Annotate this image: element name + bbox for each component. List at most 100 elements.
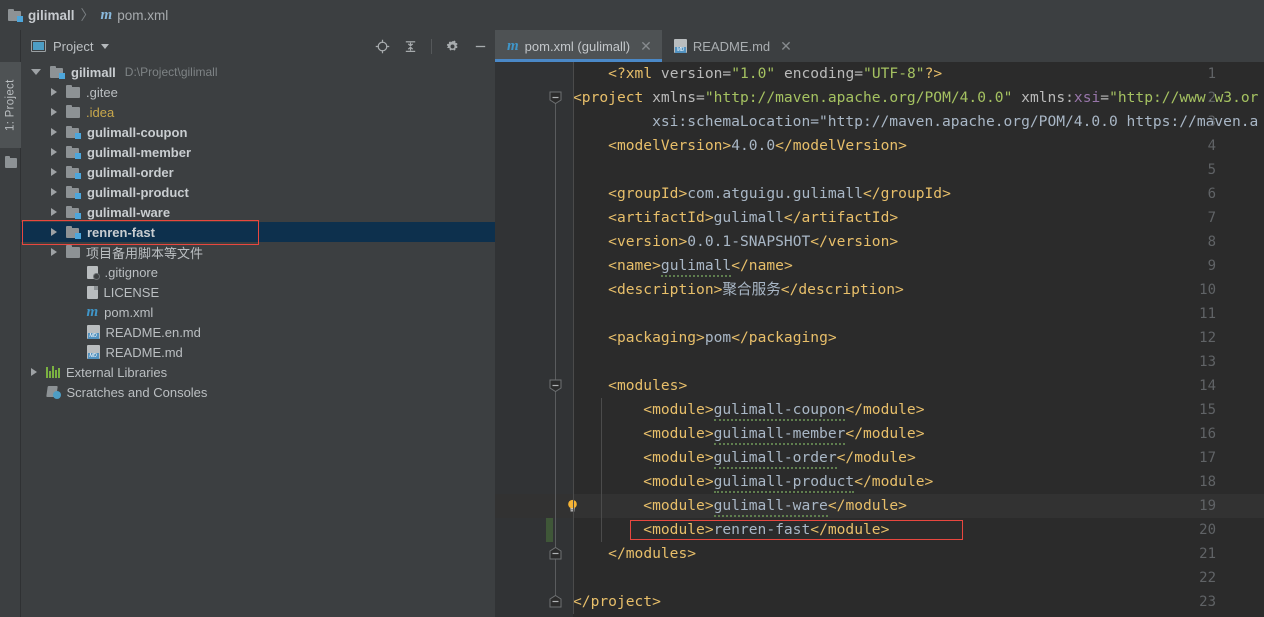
- indent-guide: [601, 398, 602, 542]
- code-line-4[interactable]: <modelVersion>4.0.0</modelVersion>: [495, 134, 1264, 158]
- code-editor[interactable]: <?xml version="1.0" encoding="UTF-8"?> <p…: [495, 62, 1264, 617]
- tree-item-pom-xml[interactable]: m pom.xml: [21, 302, 495, 322]
- sidebar-item-project-tool[interactable]: 1: Project: [0, 62, 21, 148]
- line-number: 3: [1207, 114, 1216, 130]
- editor-area: m pom.xml (gulimall) ✕ MD README.md ✕ <?xml v…: [495, 30, 1264, 617]
- chevron-right-icon[interactable]: [31, 368, 37, 376]
- code-line-7[interactable]: <artifactId>gulimall</artifactId>: [495, 206, 1264, 230]
- editor-tab-README-md[interactable]: MD README.md ✕: [662, 30, 802, 62]
- tree-item-gilimall[interactable]: gilimall D:\Project\gilimall: [21, 62, 495, 82]
- code-line-15[interactable]: <module>gulimall-coupon</module>: [495, 398, 1264, 422]
- tree-item-license[interactable]: LICENSE: [21, 282, 495, 302]
- code-line-21[interactable]: </modules>: [495, 542, 1264, 566]
- editor-tab-label: pom.xml (gulimall): [524, 38, 631, 54]
- folder-icon: [66, 244, 80, 258]
- fold-region-line: [555, 98, 556, 602]
- tree-item-label: .gitee: [86, 84, 118, 100]
- tree-item-gitee[interactable]: .gitee: [21, 82, 495, 102]
- vcs-modified-marker[interactable]: [546, 518, 553, 542]
- tree-item-gulimall-ware[interactable]: gulimall-ware: [21, 202, 495, 222]
- code-line-3[interactable]: xsi:schemaLocation="http://maven.apache.…: [495, 110, 1264, 134]
- tree-item-label: .idea: [86, 104, 115, 120]
- scratches-icon: [45, 385, 61, 399]
- code-line-12[interactable]: <packaging>pom</packaging>: [495, 326, 1264, 350]
- tree-item-scratches-and-consoles[interactable]: Scratches and Consoles: [21, 382, 495, 402]
- project-panel-title: Project: [53, 38, 94, 54]
- breadcrumb-separator-icon: 〉: [80, 7, 95, 23]
- markdown-icon: MD: [673, 39, 687, 53]
- code-line-13[interactable]: [495, 350, 1264, 374]
- indent-guide: [573, 62, 574, 614]
- gear-icon[interactable]: [445, 39, 460, 54]
- code-line-17[interactable]: <module>gulimall-order</module>: [495, 446, 1264, 470]
- tree-item-label: pom.xml: [104, 304, 154, 320]
- line-number: 19: [1199, 498, 1216, 514]
- locate-icon[interactable]: [375, 39, 390, 54]
- chevron-right-icon[interactable]: [51, 228, 57, 236]
- fold-end-icon[interactable]: [549, 594, 562, 608]
- project-tool-window: Project gilimall D:\Project\gilimall .gi…: [21, 30, 495, 617]
- markdown-icon: MD: [86, 325, 100, 339]
- chevron-right-icon[interactable]: [51, 168, 57, 176]
- minimize-icon[interactable]: [473, 39, 488, 54]
- tree-item-gitignore[interactable]: .gitignore: [21, 262, 495, 282]
- project-tree[interactable]: gilimall D:\Project\gilimall .gitee .idea gu…: [21, 62, 495, 617]
- chevron-down-icon[interactable]: [101, 43, 110, 49]
- tree-item-path: D:\Project\gilimall: [124, 65, 218, 79]
- tree-item-readme-en-md[interactable]: MD README.en.md: [21, 322, 495, 342]
- code-line-9[interactable]: <name>gulimall</name>: [495, 254, 1264, 278]
- tree-item-gulimall-member[interactable]: gulimall-member: [21, 142, 495, 162]
- tree-item-label: LICENSE: [103, 284, 160, 300]
- editor-tab-pom-xml[interactable]: m pom.xml (gulimall) ✕: [495, 30, 662, 62]
- module-icon: [66, 185, 81, 199]
- code-line-1[interactable]: <?xml version="1.0" encoding="UTF-8"?>: [495, 62, 1264, 86]
- code-line-10[interactable]: <description>聚合服务</description>: [495, 278, 1264, 302]
- tree-item-[interactable]: 项目备用脚本等文件: [21, 242, 495, 262]
- code-line-6[interactable]: <groupId>com.atguigu.gulimall</groupId>: [495, 182, 1264, 206]
- chevron-right-icon[interactable]: [51, 88, 57, 96]
- code-line-20[interactable]: <module>renren-fast</module>: [495, 518, 1264, 542]
- close-icon[interactable]: ✕: [780, 39, 792, 53]
- code-line-19[interactable]: <module>gulimall-ware</module>: [495, 494, 1264, 518]
- line-number: 17: [1199, 450, 1216, 466]
- line-number: 15: [1199, 402, 1216, 418]
- module-icon: [66, 225, 81, 239]
- tree-item-label: gulimall-coupon: [87, 124, 188, 140]
- tree-item-label: gilimall: [71, 64, 116, 80]
- collapse-all-icon[interactable]: [403, 39, 418, 54]
- chevron-right-icon[interactable]: [51, 208, 57, 216]
- module-icon: [8, 8, 23, 22]
- tree-item-renren-fast[interactable]: renren-fast: [21, 222, 495, 242]
- code-line-14[interactable]: <modules>: [495, 374, 1264, 398]
- close-icon[interactable]: ✕: [640, 39, 652, 53]
- code-line-5[interactable]: [495, 158, 1264, 182]
- module-icon: [66, 125, 81, 139]
- tree-item-gulimall-order[interactable]: gulimall-order: [21, 162, 495, 182]
- fold-end-icon[interactable]: [549, 546, 562, 560]
- breadcrumb-project[interactable]: gilimall: [8, 8, 75, 23]
- tree-item-external-libraries[interactable]: External Libraries: [21, 362, 495, 382]
- chevron-right-icon[interactable]: [51, 128, 57, 136]
- chevron-right-icon[interactable]: [51, 148, 57, 156]
- code-line-8[interactable]: <version>0.0.1-SNAPSHOT</version>: [495, 230, 1264, 254]
- tree-item-readme-md[interactable]: MD README.md: [21, 342, 495, 362]
- tree-item-gulimall-product[interactable]: gulimall-product: [21, 182, 495, 202]
- code-line-2[interactable]: <project xmlns="http://maven.apache.org/…: [495, 86, 1264, 110]
- code-line-23[interactable]: </project>: [495, 590, 1264, 614]
- chevron-right-icon[interactable]: [51, 108, 57, 116]
- tree-item-idea[interactable]: .idea: [21, 102, 495, 122]
- chevron-right-icon[interactable]: [51, 188, 57, 196]
- line-number: 18: [1199, 474, 1216, 490]
- code-line-11[interactable]: [495, 302, 1264, 326]
- fold-start-icon[interactable]: [549, 379, 562, 393]
- code-line-16[interactable]: <module>gulimall-member</module>: [495, 422, 1264, 446]
- tree-item-label: gulimall-member: [87, 144, 192, 160]
- chevron-right-icon[interactable]: [51, 248, 57, 256]
- tree-item-gulimall-coupon[interactable]: gulimall-coupon: [21, 122, 495, 142]
- breadcrumb: gilimall 〉 m pom.xml: [0, 0, 1264, 30]
- code-line-18[interactable]: <module>gulimall-product</module>: [495, 470, 1264, 494]
- code-line-22[interactable]: [495, 566, 1264, 590]
- chevron-down-icon[interactable]: [31, 69, 41, 75]
- breadcrumb-file[interactable]: m pom.xml: [101, 7, 169, 24]
- fold-start-icon[interactable]: [549, 91, 562, 105]
